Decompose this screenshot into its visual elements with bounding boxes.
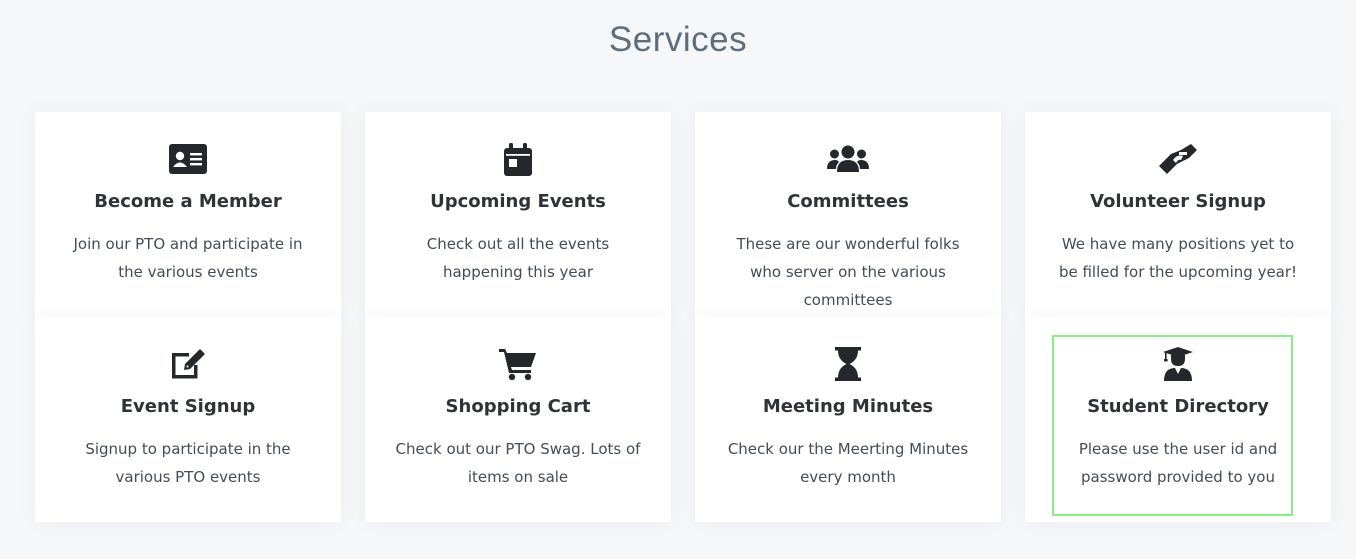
service-card-event-signup[interactable]: Event Signup Signup to participate in th…	[35, 317, 341, 522]
card-description: Join our PTO and participate in the vari…	[73, 235, 303, 281]
id-card-icon	[35, 139, 341, 179]
hourglass-icon	[695, 344, 1001, 384]
card-description: Check out our PTO Swag. Lots of items on…	[395, 440, 641, 486]
service-card-shopping-cart[interactable]: Shopping Cart Check out our PTO Swag. Lo…	[365, 317, 671, 522]
card-title: Committees	[787, 191, 909, 212]
card-description: Please use the user id and password prov…	[1078, 440, 1278, 486]
calendar-icon	[365, 139, 671, 179]
card-description: Signup to participate in the various PTO…	[85, 440, 291, 486]
hands-helping-icon	[1025, 139, 1331, 179]
section-title: Services	[608, 20, 748, 59]
card-description: Check our the Meerting Minutes every mon…	[727, 440, 969, 486]
card-title: Shopping Cart	[445, 396, 591, 417]
card-title: Event Signup	[120, 396, 256, 417]
card-description: We have many positions yet to be filled …	[1058, 235, 1298, 281]
services-section: Services Become a Member Join our PTO an…	[0, 0, 1356, 559]
service-card-upcoming-events[interactable]: Upcoming Events Check out all the events…	[365, 112, 671, 317]
edit-icon	[35, 344, 341, 384]
service-card-volunteer-signup[interactable]: Volunteer Signup We have many positions …	[1025, 112, 1331, 317]
shopping-cart-icon	[365, 344, 671, 384]
service-card-meeting-minutes[interactable]: Meeting Minutes Check our the Meerting M…	[695, 317, 1001, 522]
card-title: Meeting Minutes	[762, 396, 934, 417]
users-icon	[695, 139, 1001, 179]
card-description: Check out all the events happening this …	[426, 235, 610, 281]
graduate-icon	[1025, 344, 1331, 384]
card-title: Upcoming Events	[430, 191, 606, 212]
service-card-become-member[interactable]: Become a Member Join our PTO and partici…	[35, 112, 341, 317]
service-card-committees[interactable]: Committees These are our wonderful folks…	[695, 112, 1001, 317]
card-description: These are our wonderful folks who server…	[736, 235, 960, 309]
card-title: Volunteer Signup	[1090, 191, 1266, 212]
card-title: Student Directory	[1087, 396, 1269, 417]
service-card-student-directory[interactable]: Student Directory Please use the user id…	[1025, 317, 1331, 522]
card-title: Become a Member	[94, 191, 282, 212]
